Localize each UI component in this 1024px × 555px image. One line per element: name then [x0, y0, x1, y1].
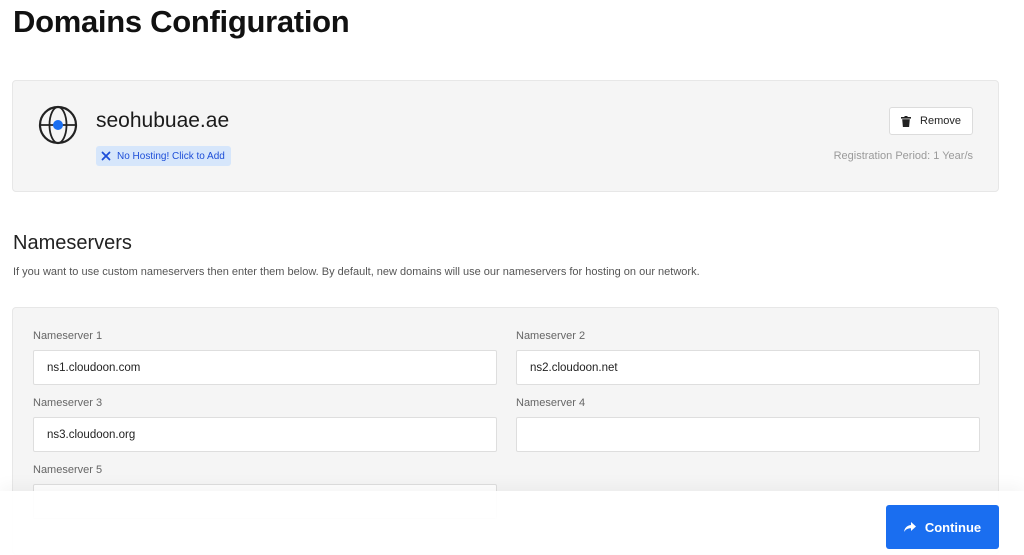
nameservers-description: If you want to use custom nameservers th… — [13, 266, 700, 278]
remove-button[interactable]: Remove — [889, 107, 973, 135]
nameserver-2-input[interactable] — [516, 350, 980, 385]
add-hosting-badge[interactable]: No Hosting! Click to Add — [96, 146, 231, 166]
page-title: Domains Configuration — [13, 4, 350, 39]
share-arrow-icon — [903, 521, 916, 532]
nameservers-heading: Nameservers — [13, 232, 132, 254]
nameserver-4-input[interactable] — [516, 417, 980, 452]
close-icon — [101, 151, 111, 161]
hosting-badge-label: No Hosting! Click to Add — [117, 150, 225, 162]
sticky-action-bar — [0, 491, 1024, 555]
nameserver-4-label: Nameserver 4 — [516, 397, 586, 409]
registration-period: Registration Period: 1 Year/s — [833, 150, 973, 162]
domain-name: seohubuae.ae — [96, 109, 230, 132]
nameserver-3-input[interactable] — [33, 417, 497, 452]
nameserver-1-input[interactable] — [33, 350, 497, 385]
nameserver-2-label: Nameserver 2 — [516, 330, 586, 342]
nameserver-5-label: Nameserver 5 — [33, 464, 103, 476]
continue-button[interactable]: Continue — [886, 505, 999, 549]
domain-card: seohubuae.ae No Hosting! Click to Add Re… — [12, 80, 999, 192]
globe-icon — [38, 105, 78, 145]
nameserver-1-label: Nameserver 1 — [33, 330, 103, 342]
trash-icon — [901, 115, 912, 127]
nameserver-3-label: Nameserver 3 — [33, 397, 103, 409]
continue-button-label: Continue — [924, 519, 982, 535]
remove-button-label: Remove — [920, 115, 961, 127]
